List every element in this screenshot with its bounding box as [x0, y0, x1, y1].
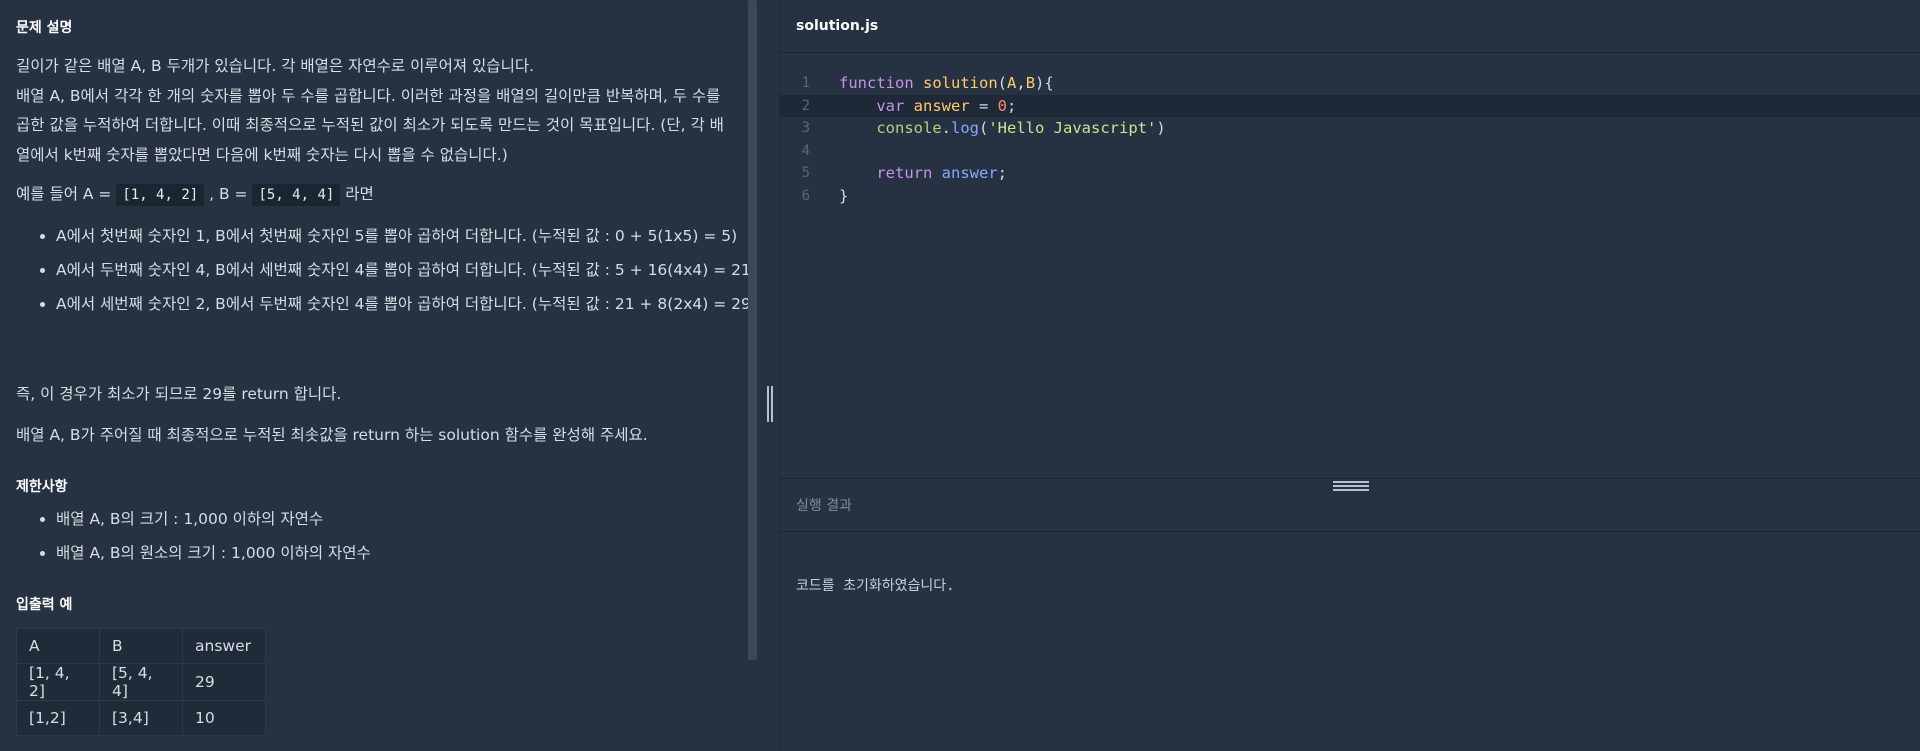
table-header-a: A	[16, 628, 100, 664]
table-row: [1, 4, 2] [5, 4, 4] 29	[16, 663, 266, 701]
example-prefix: 예를 들어 A =	[16, 185, 117, 203]
example-array-a: [1, 4, 2]	[116, 184, 205, 206]
line-number: 6	[801, 187, 810, 204]
io-example-table: A B answer [1, 4, 2] [5, 4, 4] 29 [1,2] …	[16, 628, 266, 736]
example-line: 예를 들어 A = [1, 4, 2] , B = [5, 4, 4] 라면	[16, 180, 736, 211]
code-editor[interactable]: 1 function solution(A,B){ 2 var answer =…	[780, 54, 1920, 478]
list-item: A에서 두번째 숫자인 4, B에서 세번째 숫자인 4를 뽑아 곱하여 더합니…	[56, 258, 766, 283]
line-number: 2	[801, 97, 810, 114]
table-header-answer: answer	[182, 628, 266, 664]
code-line-2[interactable]: 2 var answer = 0;	[780, 94, 1920, 117]
table-header-b: B	[99, 628, 183, 664]
table-cell: [1, 4, 2]	[16, 663, 100, 701]
intro-line-1: 길이가 같은 배열 A, B 두개가 있습니다. 각 배열은 자연수로 이루어져…	[16, 57, 535, 75]
problem-panel: 문제 설명 길이가 같은 배열 A, B 두개가 있습니다. 각 배열은 자연수…	[0, 0, 770, 751]
line-number: 1	[801, 75, 810, 91]
list-item: 배열 A, B의 크기 : 1,000 이하의 자연수	[56, 507, 766, 532]
editor-tab[interactable]: solution.js	[780, 0, 1920, 53]
code-line-5[interactable]: 5 return answer;	[780, 162, 1920, 185]
problem-intro: 길이가 같은 배열 A, B 두개가 있습니다. 각 배열은 자연수로 이루어져…	[16, 52, 736, 170]
table-cell: [5, 4, 4]	[99, 663, 183, 701]
table-header-row: A B answer	[16, 628, 266, 664]
line-number: 4	[801, 142, 810, 159]
editor-filename: solution.js	[796, 18, 879, 34]
table-cell: 10	[182, 700, 266, 736]
problem-scrollbar[interactable]	[748, 0, 757, 660]
constraints-heading: 제한사항	[16, 479, 68, 495]
problem-heading: 문제 설명	[16, 20, 73, 36]
table-cell: [3,4]	[99, 700, 183, 736]
constraints-list: 배열 A, B의 크기 : 1,000 이하의 자연수 배열 A, B의 원소의…	[16, 507, 766, 575]
code-line-1[interactable]: 1 function solution(A,B){	[780, 72, 1920, 95]
list-item: A에서 세번째 숫자인 2, B에서 두번째 숫자인 4를 뽑아 곱하여 더합니…	[56, 292, 766, 317]
panel-resize-handle[interactable]	[767, 386, 773, 422]
example-array-b: [5, 4, 4]	[252, 184, 341, 206]
conclusion-text: 즉, 이 경우가 최소가 되므로 29를 return 합니다.	[16, 385, 342, 403]
intro-line-2: 배열 A, B에서 각각 한 개의 숫자를 뽑아 두 수를 곱합니다. 이러한 …	[16, 86, 724, 164]
result-message: 코드를 초기화하였습니다.	[796, 578, 955, 594]
code-line-3[interactable]: 3 console.log('Hello Javascript')	[780, 117, 1920, 140]
table-cell: [1,2]	[16, 700, 100, 736]
list-item: A에서 첫번째 숫자인 1, B에서 첫번째 숫자인 5를 뽑아 곱하여 더합니…	[56, 224, 766, 249]
list-item: 배열 A, B의 원소의 크기 : 1,000 이하의 자연수	[56, 541, 766, 566]
code-line-4[interactable]: 4	[780, 140, 1920, 163]
table-cell: 29	[182, 663, 266, 701]
result-heading: 실행 결과	[796, 498, 852, 514]
example-steps-list: A에서 첫번째 숫자인 1, B에서 첫번째 숫자인 5를 뽑아 곱하여 더합니…	[16, 224, 766, 326]
example-mid: , B =	[204, 185, 253, 203]
example-suffix: 라면	[340, 185, 374, 203]
result-header: 실행 결과	[780, 479, 1920, 532]
task-text: 배열 A, B가 주어질 때 최종적으로 누적된 최솟값을 return 하는 …	[16, 426, 648, 444]
code-line-6[interactable]: 6 }	[780, 185, 1920, 208]
line-number: 5	[801, 165, 810, 181]
table-row: [1,2] [3,4] 10	[16, 700, 266, 736]
io-example-heading: 입출력 예	[16, 597, 73, 613]
editor-panel: solution.js 1 function solution(A,B){ 2 …	[779, 0, 1920, 751]
line-number: 3	[801, 120, 810, 136]
